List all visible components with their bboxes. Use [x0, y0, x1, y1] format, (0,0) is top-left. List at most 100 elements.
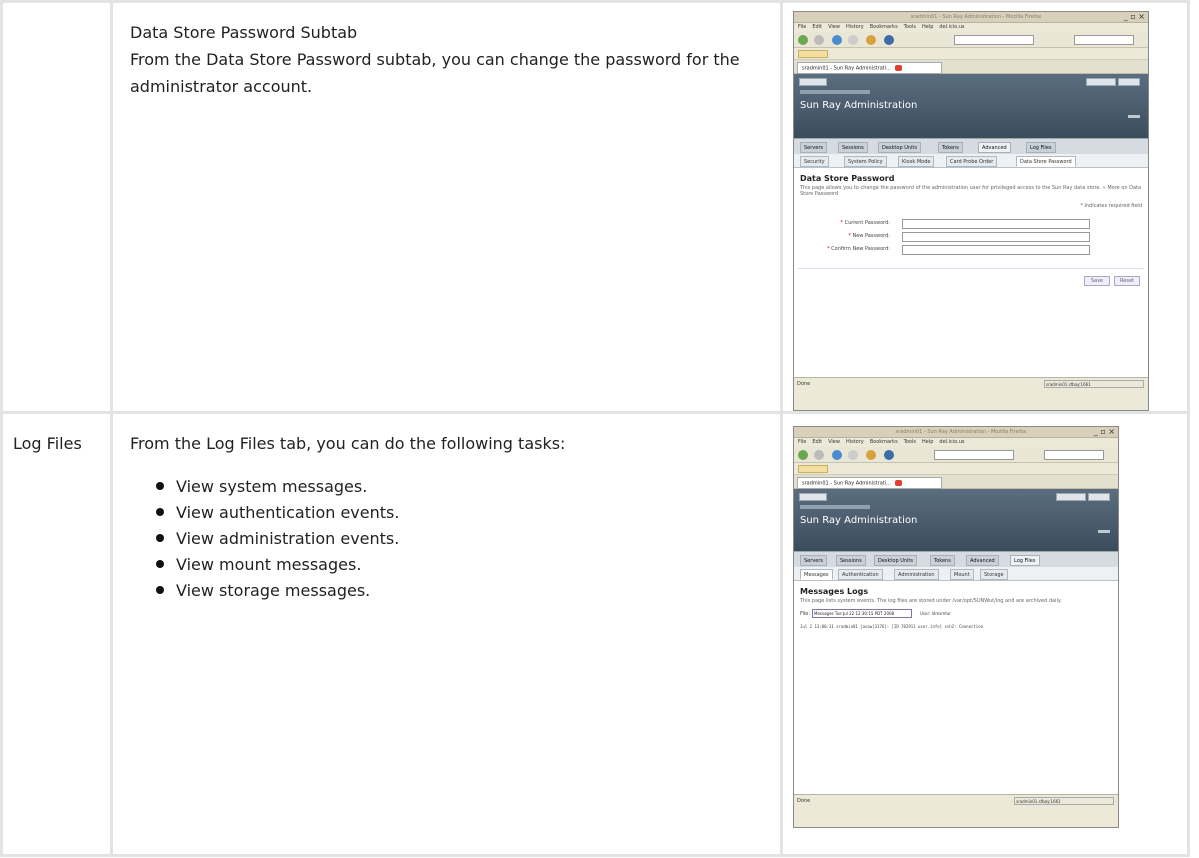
subtab-administration: Administration: [894, 569, 939, 580]
masthead: Sun Ray Administration: [794, 74, 1148, 138]
menu-help: Help: [922, 24, 934, 30]
console-button: [799, 78, 827, 86]
tab-tokens: Tokens: [938, 142, 963, 153]
table-row: Log Files From the Log Files tab, you ca…: [0, 411, 1190, 857]
window-title: sradmin01 - Sun Ray Administration - Moz…: [895, 429, 1027, 435]
browser-navbar: [794, 32, 1148, 48]
menu-bookmarks: Bookmarks: [869, 24, 898, 30]
menu-file: File: [798, 439, 807, 445]
app-title: Sun Ray Administration: [800, 515, 918, 526]
subtab-authentication: Authentication: [838, 569, 883, 580]
row-description-cell: From the Log Files tab, you can do the f…: [110, 411, 783, 857]
masthead: Sun Ray Administration: [794, 489, 1118, 551]
network-icon: [884, 450, 894, 460]
log-line: Jul 2 13:00:31 sradmin01 javaw[3176]: [I…: [800, 624, 984, 629]
page-header: Messages Logs This page lists system eve…: [794, 581, 1118, 604]
menu-tools: Tools: [903, 24, 916, 30]
back-icon: [798, 450, 808, 460]
tab-sessions: Sessions: [838, 142, 868, 153]
row-label-cell: Log Files: [0, 411, 113, 857]
stop-icon: [848, 35, 858, 45]
menu-edit: Edit: [812, 24, 823, 30]
window-title: sradmin01 - Sun Ray Administration - Moz…: [910, 14, 1042, 20]
bookmark-folder-icon: [798, 465, 828, 473]
screenshot-cell: sradmin01 - Sun Ray Administration - Moz…: [780, 0, 1190, 414]
bookmarks-bar: [794, 463, 1118, 475]
browser-menubar: File Edit View History Bookmarks Tools Help del…: [794, 438, 1118, 447]
stop-icon: [848, 450, 858, 460]
bullet-icon: [156, 560, 164, 568]
help-button: [1088, 493, 1110, 501]
doc-table: Data Store Password Subtab From the Data…: [0, 0, 1190, 857]
logout-button: [1086, 78, 1116, 86]
tab-servers: Servers: [800, 555, 828, 566]
url-bar: [954, 35, 1034, 45]
console-button: [799, 493, 827, 501]
bookmark-folder-icon: [798, 50, 828, 58]
reload-icon: [832, 450, 842, 460]
form-row: * Confirm New Password:: [794, 243, 1148, 256]
bullet-icon: [156, 586, 164, 594]
sub-tabs: Security System Policy Kiosk Mode Card P…: [794, 154, 1148, 168]
window-controls-icon: _ ▫ ×: [1093, 427, 1115, 436]
field-label-new: New Password:: [852, 233, 890, 239]
tab-desktop-units: Desktop Units: [878, 142, 921, 153]
form-row: * New Password:: [794, 230, 1148, 243]
java-logo-icon: [1128, 98, 1140, 118]
close-tab-icon: [894, 65, 902, 71]
confirm-password-input: [902, 245, 1090, 255]
network-icon: [884, 35, 894, 45]
help-button: [1118, 78, 1140, 86]
close-tab-icon: [894, 480, 902, 486]
list-item: View authentication events.: [156, 500, 780, 526]
reset-button: Reset: [1114, 276, 1140, 286]
screenshot-log-files: sradmin01 - Sun Ray Administration - Moz…: [793, 426, 1119, 828]
tab-desktop-units: Desktop Units: [874, 555, 917, 566]
home-icon: [866, 450, 876, 460]
subtab-description: From the Data Store Password subtab, you…: [130, 50, 740, 96]
home-icon: [866, 35, 876, 45]
menu-file: File: [798, 24, 807, 30]
subtab-title: Data Store Password Subtab: [130, 23, 358, 42]
field-label-current: Current Password:: [844, 220, 890, 226]
user-label: User: ldmsmtar: [920, 611, 951, 616]
window-controls-icon: _ ▫ ×: [1123, 12, 1145, 21]
app-title: Sun Ray Administration: [800, 100, 918, 111]
list-item: View administration events.: [156, 526, 780, 552]
file-selector-row: File: Messages Tue Jul 22 12:30:15 PDT 2…: [800, 608, 1112, 620]
menu-tools: Tools: [903, 439, 916, 445]
status-host: sradmin01.sfbay:1661: [1044, 380, 1144, 388]
current-password-input: [902, 219, 1090, 229]
subtab-storage: Storage: [980, 569, 1008, 580]
page-description: This page lists system events. The log f…: [800, 598, 1062, 604]
required-note: * Indicates required field: [1080, 203, 1142, 209]
table-row: Data Store Password Subtab From the Data…: [0, 0, 1190, 414]
row-label-cell: [0, 0, 113, 414]
user-line: [800, 90, 870, 94]
password-form: * Current Password: * New Password: * Co…: [794, 217, 1148, 256]
row-label: Log Files: [13, 434, 82, 453]
tab-tokens: Tokens: [930, 555, 955, 566]
subtab-messages: Messages: [800, 569, 833, 580]
task-list: View system messages. View authenticatio…: [113, 474, 780, 604]
menu-history: History: [845, 24, 864, 30]
new-password-input: [902, 232, 1090, 242]
back-icon: [798, 35, 808, 45]
page-header: Data Store Password This page allows you…: [794, 168, 1148, 209]
list-item: View system messages.: [156, 474, 780, 500]
menu-history: History: [845, 439, 864, 445]
tab-advanced: Advanced: [978, 142, 1011, 153]
search-box: [1074, 35, 1134, 45]
url-bar: [934, 450, 1014, 460]
user-line: [800, 505, 870, 509]
java-logo-icon: [1098, 513, 1110, 533]
form-row: * Current Password:: [794, 217, 1148, 230]
bookmarks-bar: [794, 48, 1148, 60]
list-item: View mount messages.: [156, 552, 780, 578]
subtab-data-store-password: Data Store Password: [1016, 156, 1076, 167]
subtab-security: Security: [800, 156, 829, 167]
form-buttons: Save Reset: [798, 268, 1144, 292]
browser-tabbar: sradmin01 - Sun Ray Administrati...: [794, 60, 1148, 74]
window-titlebar: sradmin01 - Sun Ray Administration - Moz…: [794, 427, 1118, 438]
browser-tab-label: sradmin01 - Sun Ray Administrati...: [802, 65, 891, 72]
